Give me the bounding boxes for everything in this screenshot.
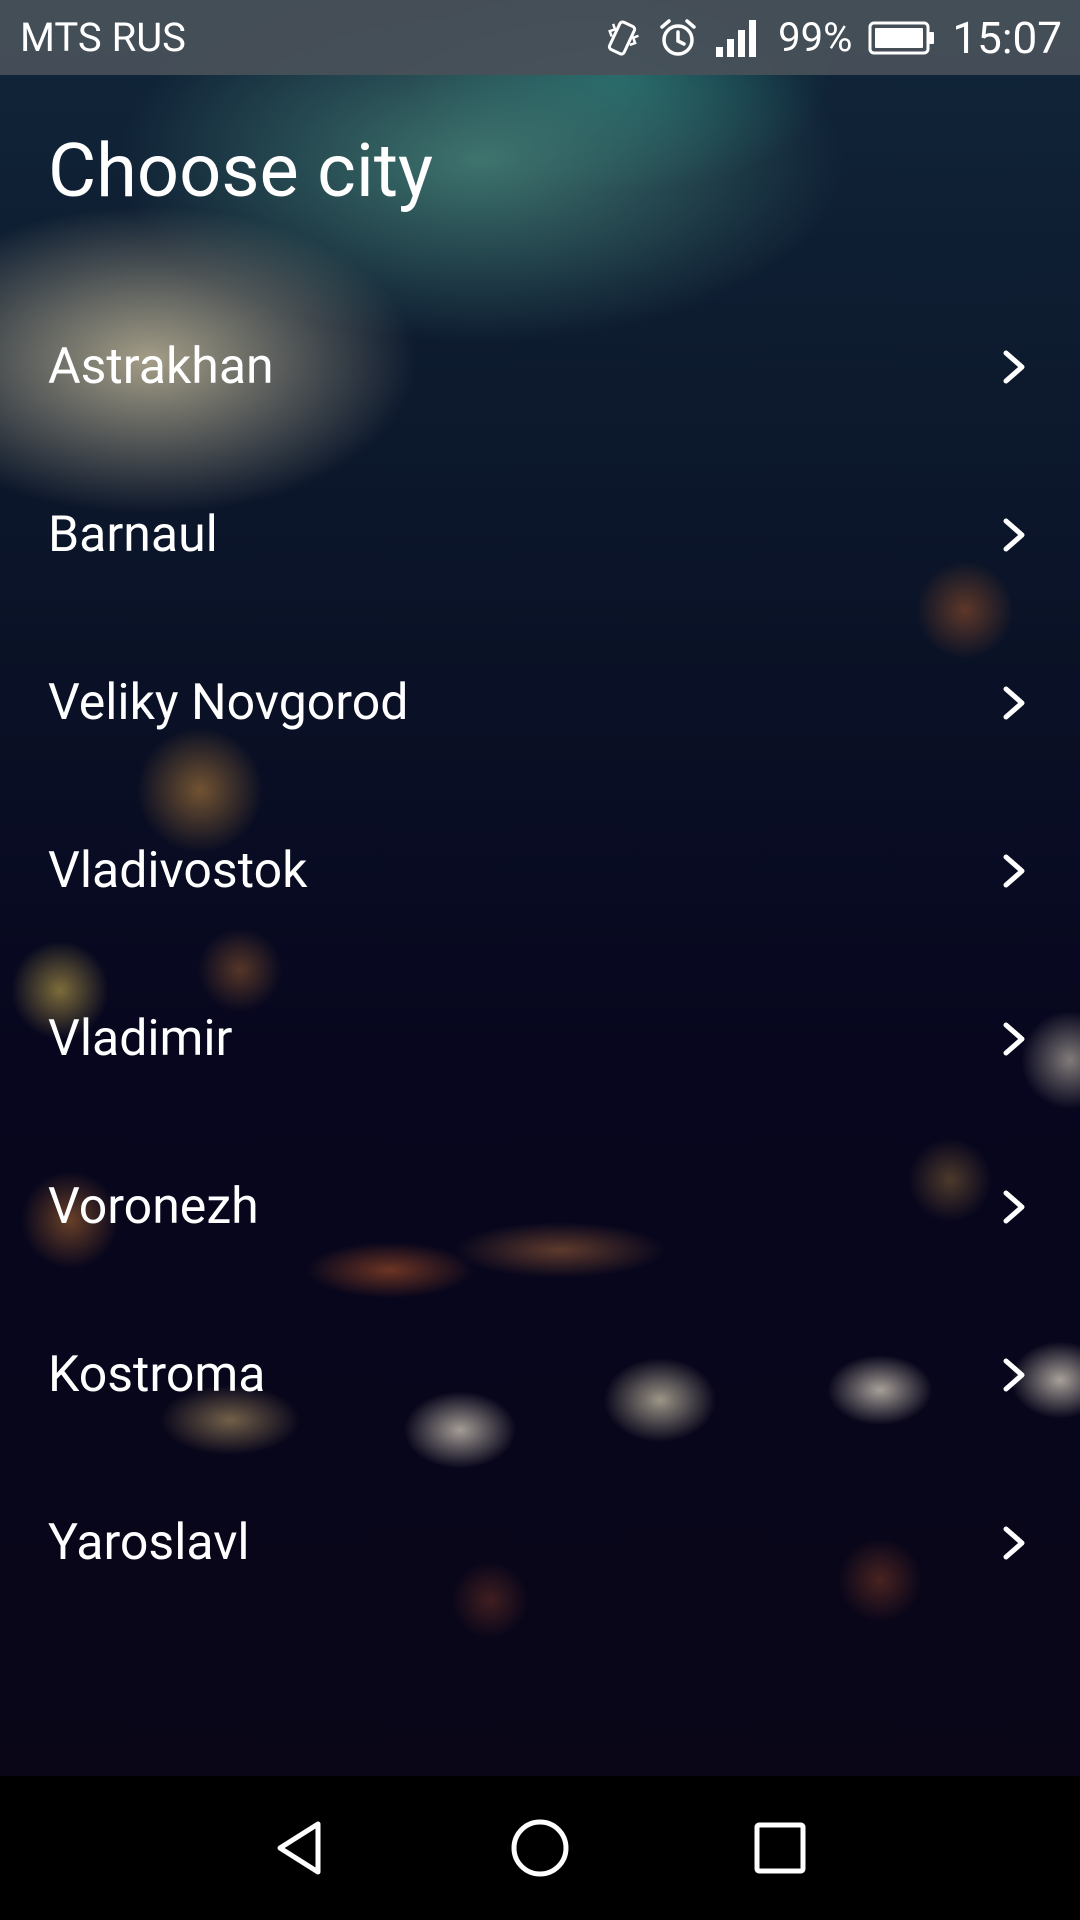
city-item-yaroslavl[interactable]: Yaroslavl bbox=[0, 1459, 1080, 1627]
battery-percent: 99% bbox=[778, 14, 853, 61]
navigation-bar bbox=[0, 1776, 1080, 1920]
back-icon bbox=[277, 1821, 321, 1875]
back-button[interactable] bbox=[230, 1776, 370, 1920]
signal-icon bbox=[714, 17, 762, 59]
city-label: Vladivostok bbox=[48, 842, 308, 900]
city-label: Kostroma bbox=[48, 1346, 266, 1404]
city-item-veliky-novgorod[interactable]: Veliky Novgorod bbox=[0, 619, 1080, 787]
city-label: Veliky Novgorod bbox=[48, 674, 409, 732]
city-label: Yaroslavl bbox=[48, 1514, 250, 1572]
city-item-barnaul[interactable]: Barnaul bbox=[0, 451, 1080, 619]
vibrate-icon bbox=[604, 17, 642, 59]
chevron-right-icon bbox=[1003, 518, 1025, 552]
city-item-voronezh[interactable]: Voronezh bbox=[0, 1123, 1080, 1291]
home-button[interactable] bbox=[470, 1776, 610, 1920]
city-list: Astrakhan Barnaul Veliky Novgorod Vladiv… bbox=[0, 283, 1080, 1627]
battery-icon bbox=[868, 20, 936, 56]
recent-apps-icon bbox=[754, 1822, 806, 1874]
alarm-icon bbox=[658, 17, 698, 59]
city-item-astrakhan[interactable]: Astrakhan bbox=[0, 283, 1080, 451]
city-item-kostroma[interactable]: Kostroma bbox=[0, 1291, 1080, 1459]
city-label: Astrakhan bbox=[48, 338, 274, 396]
chevron-right-icon bbox=[1003, 1358, 1025, 1392]
city-label: Barnaul bbox=[48, 506, 218, 564]
city-label: Voronezh bbox=[48, 1178, 259, 1236]
page-title: Choose city bbox=[48, 128, 434, 215]
chevron-right-icon bbox=[1003, 854, 1025, 888]
home-icon bbox=[511, 1819, 569, 1877]
chevron-right-icon bbox=[1003, 350, 1025, 384]
carrier-name: MTS RUS bbox=[20, 14, 186, 61]
status-icons: 99% 15:07 bbox=[604, 12, 1062, 64]
city-item-vladivostok[interactable]: Vladivostok bbox=[0, 787, 1080, 955]
city-item-vladimir[interactable]: Vladimir bbox=[0, 955, 1080, 1123]
status-bar: MTS RUS 99% 15:07 bbox=[0, 0, 1080, 75]
chevron-right-icon bbox=[1003, 1526, 1025, 1560]
recent-apps-button[interactable] bbox=[710, 1776, 850, 1920]
chevron-right-icon bbox=[1003, 1022, 1025, 1056]
screen: MTS RUS 99% 15:07 Choose city Astrakhan … bbox=[0, 0, 1080, 1920]
chevron-right-icon bbox=[1003, 686, 1025, 720]
clock: 15:07 bbox=[952, 11, 1062, 64]
city-label: Vladimir bbox=[48, 1010, 233, 1068]
chevron-right-icon bbox=[1003, 1190, 1025, 1224]
